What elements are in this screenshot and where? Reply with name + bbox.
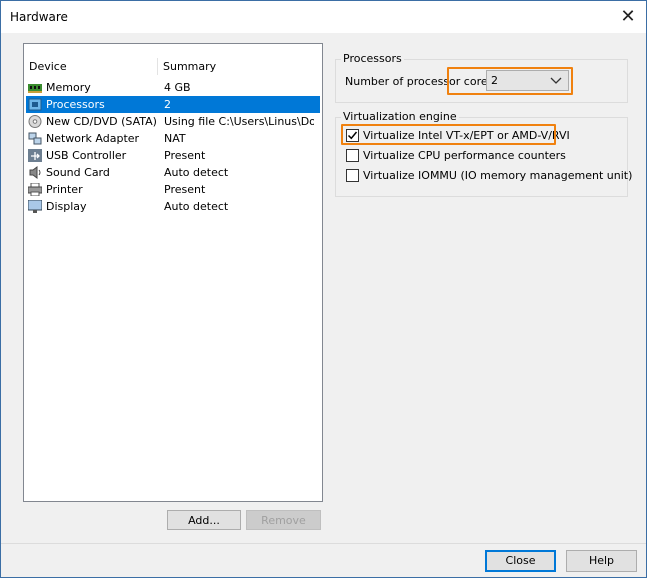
cpu-counters-checkbox[interactable] (346, 149, 359, 162)
summary-column-header[interactable]: Summary (163, 60, 216, 73)
device-row-processors[interactable]: Processors 2 (26, 96, 320, 113)
processor-icon (28, 98, 42, 111)
device-summary: NAT (164, 132, 186, 145)
device-row-sound-card[interactable]: Sound Card Auto detect (26, 164, 320, 181)
hardware-dialog: Hardware ✕ Device Summary Memory 4 GB Pr… (0, 0, 647, 578)
vtx-highlight (341, 124, 556, 145)
remove-button: Remove (246, 510, 321, 530)
iommu-checkbox[interactable] (346, 169, 359, 182)
device-name: Processors (46, 98, 105, 111)
close-icon[interactable]: ✕ (616, 5, 640, 29)
device-name: Display (46, 200, 87, 213)
device-row-printer[interactable]: Printer Present (26, 181, 320, 198)
device-summary: 4 GB (164, 81, 191, 94)
usb-icon (28, 149, 42, 162)
add-button[interactable]: Add... (167, 510, 241, 530)
device-name: Printer (46, 183, 83, 196)
printer-icon (28, 183, 42, 196)
device-summary: Present (164, 183, 206, 196)
title-bar: Hardware ✕ (1, 1, 646, 33)
monitor-icon (28, 200, 42, 213)
cpu-counters-option[interactable]: Virtualize CPU performance counters (346, 148, 566, 164)
iommu-option[interactable]: Virtualize IOMMU (IO memory management u… (346, 168, 632, 184)
device-row-usb-controller[interactable]: USB Controller Present (26, 147, 320, 164)
device-row-memory[interactable]: Memory 4 GB (26, 79, 320, 96)
cd-dvd-icon (28, 115, 42, 128)
speaker-icon (29, 166, 41, 179)
virtualization-group-title: Virtualization engine (341, 110, 459, 123)
device-name: Memory (46, 81, 91, 94)
device-row-cd-dvd[interactable]: New CD/DVD (SATA) Using file C:\Users\Li… (26, 113, 320, 130)
window-title: Hardware (10, 10, 68, 24)
device-column-header[interactable]: Device (29, 60, 67, 73)
device-name: Sound Card (46, 166, 110, 179)
cpu-counters-label: Virtualize CPU performance counters (363, 149, 566, 162)
device-name: Network Adapter (46, 132, 140, 145)
device-list: Device Summary Memory 4 GB Processors 2 … (23, 43, 323, 502)
device-row-display[interactable]: Display Auto detect (26, 198, 320, 215)
cores-highlight (447, 67, 573, 95)
processors-group-title: Processors (341, 52, 404, 65)
device-name: New CD/DVD (SATA) (46, 115, 157, 128)
footer-divider (1, 543, 646, 544)
device-summary: Present (164, 149, 206, 162)
memory-icon (28, 84, 42, 93)
device-summary: Using file C:\Users\Linus\Do... (164, 115, 314, 128)
device-summary: Auto detect (164, 200, 229, 213)
help-button[interactable]: Help (566, 550, 637, 572)
network-adapter-icon (28, 132, 42, 145)
device-summary: 2 (164, 98, 171, 111)
device-summary: Auto detect (164, 166, 229, 179)
close-button[interactable]: Close (485, 550, 556, 572)
column-divider[interactable] (157, 58, 158, 75)
iommu-label: Virtualize IOMMU (IO memory management u… (363, 169, 633, 182)
device-row-network-adapter[interactable]: Network Adapter NAT (26, 130, 320, 147)
device-name: USB Controller (46, 149, 127, 162)
